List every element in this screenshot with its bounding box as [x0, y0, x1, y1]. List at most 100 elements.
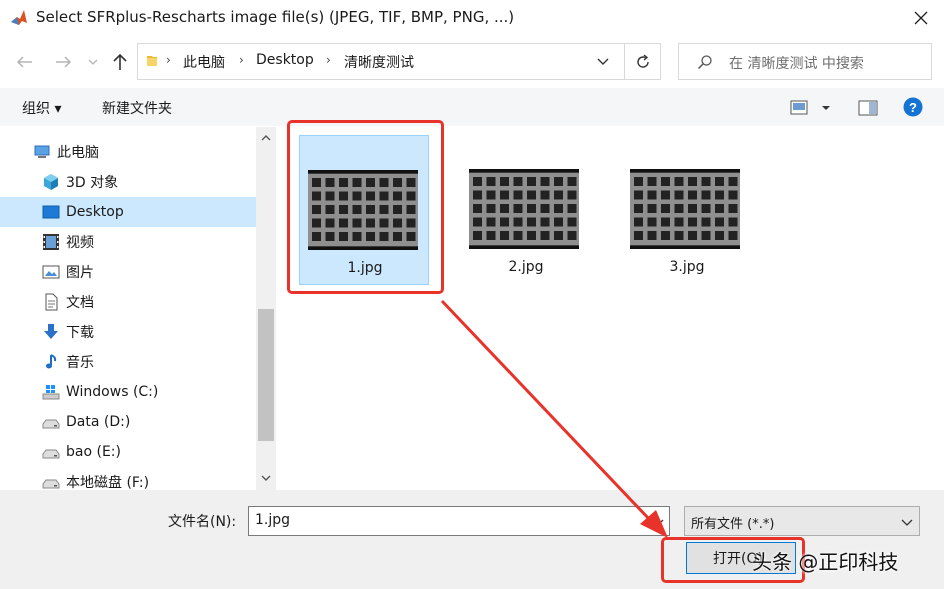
thumbnail-square: [647, 217, 657, 227]
thumbnail-square: [567, 204, 577, 213]
thumbnail-square: [701, 190, 711, 200]
thumbnail-square: [486, 190, 496, 200]
thumbnail-square: [647, 177, 657, 186]
thumbnail-square: [661, 217, 670, 227]
search-placeholder: 在 清晰度测试 中搜索: [729, 56, 864, 72]
sidebar-item-drive-e[interactable]: bao (E:): [0, 437, 256, 467]
filename-input[interactable]: 1.jpg: [248, 506, 670, 536]
chevron-down-icon[interactable]: [86, 54, 100, 70]
thumbnail-square: [715, 177, 724, 186]
chevron-down-icon[interactable]: [592, 50, 614, 72]
refresh-button[interactable]: [624, 44, 660, 79]
sidebar-item-downloads[interactable]: 下载: [0, 317, 256, 347]
breadcrumb-separator: ›: [239, 53, 244, 67]
sidebar-item-documents[interactable]: 文档: [0, 287, 256, 317]
thumbnail-square: [728, 217, 738, 227]
thumbnail-square: [473, 231, 482, 240]
thumbnail-square: [527, 190, 536, 200]
picture-icon: [42, 265, 60, 279]
sidebar-item-drive-c[interactable]: Windows (C:): [0, 377, 256, 407]
thumbnail-square: [701, 231, 711, 240]
sidebar-item-label: 视频: [66, 235, 94, 251]
sidebar-item-3d-objects[interactable]: 3D 对象: [0, 167, 256, 197]
thumbnail-square: [674, 204, 684, 213]
address-bar[interactable]: › 此电脑 › Desktop › 清晰度测试: [137, 43, 661, 80]
chevron-down-icon[interactable]: [649, 513, 667, 531]
thumbnail-square: [567, 190, 577, 200]
thumbnail-square: [486, 204, 496, 213]
thumbnail-square: [688, 177, 697, 186]
thumbnail-square: [701, 177, 711, 186]
breadcrumb-desktop[interactable]: Desktop: [256, 52, 314, 68]
thumbnail-square: [540, 177, 550, 186]
thumbnail-square: [554, 204, 563, 213]
breadcrumb-separator: ›: [326, 53, 331, 67]
thumbnail-square: [540, 190, 550, 200]
thumbnail-square: [473, 204, 482, 213]
sidebar-item-label: 3D 对象: [66, 175, 119, 191]
sidebar-item-desktop[interactable]: Desktop: [0, 197, 256, 227]
search-input[interactable]: 在 清晰度测试 中搜索: [678, 43, 932, 80]
sidebar-item-drive-f[interactable]: 本地磁盘 (F:): [0, 467, 256, 490]
thumbnail-square: [500, 231, 509, 240]
thumbnail-square: [500, 177, 509, 186]
breadcrumb-this-pc[interactable]: 此电脑: [183, 52, 225, 72]
thumbnail-square: [728, 190, 738, 200]
thumbnail-square: [540, 231, 550, 240]
sidebar-item-label: 文档: [66, 295, 94, 311]
scroll-down-arrow-icon[interactable]: [261, 473, 271, 483]
breadcrumb-current-folder[interactable]: 清晰度测试: [344, 52, 414, 72]
file-item-2[interactable]: 2.jpg: [461, 135, 591, 285]
thumbnail-square: [473, 217, 482, 227]
help-icon[interactable]: ?: [903, 97, 923, 117]
folder-icon: [147, 56, 157, 66]
thumbnail-square: [688, 190, 697, 200]
thumbnail-square: [634, 217, 643, 227]
scrollbar-thumb[interactable]: [258, 309, 274, 441]
up-arrow-icon[interactable]: [108, 50, 132, 74]
view-options-icon[interactable]: [790, 98, 836, 118]
thumbnail-square: [527, 204, 536, 213]
thumbnail-square: [634, 177, 643, 186]
thumbnail-square: [674, 190, 684, 200]
thumbnail-square: [473, 177, 482, 186]
filename-label: 文件名(N):: [168, 514, 237, 530]
thumbnail-square: [688, 217, 697, 227]
new-folder-button[interactable]: 新建文件夹: [102, 98, 172, 118]
highlight-box-file: [287, 120, 444, 294]
scroll-up-arrow-icon[interactable]: [261, 133, 271, 143]
drive-icon: [42, 419, 60, 429]
thumbnail-square: [513, 217, 523, 227]
sidebar-item-drive-d[interactable]: Data (D:): [0, 407, 256, 437]
preview-pane-icon[interactable]: [857, 98, 879, 118]
sidebar-item-videos[interactable]: 视频: [0, 227, 256, 257]
thumbnail-square: [674, 177, 684, 186]
sidebar-item-music[interactable]: 音乐: [0, 347, 256, 377]
thumbnail-square: [554, 217, 563, 227]
thumbnail-square: [540, 217, 550, 227]
thumbnail-square: [728, 177, 738, 186]
svg-text:?: ?: [909, 100, 917, 115]
thumbnail-square: [486, 217, 496, 227]
file-item-3[interactable]: 3.jpg: [622, 135, 752, 285]
forward-arrow-icon[interactable]: [50, 50, 76, 74]
thumbnail-square: [701, 217, 711, 227]
sidebar-scrollbar[interactable]: [256, 127, 276, 490]
back-arrow-icon[interactable]: [12, 50, 38, 74]
desktop-icon: [42, 205, 60, 219]
organize-menu-button[interactable]: 组织 ▾: [22, 98, 61, 118]
thumbnail-square: [647, 204, 657, 213]
computer-icon: [34, 145, 50, 158]
thumbnail-square: [486, 177, 496, 186]
file-type-select[interactable]: 所有文件 (*.*): [684, 506, 920, 536]
sidebar-item-this-pc[interactable]: 此电脑: [0, 137, 256, 167]
film-icon: [43, 234, 59, 250]
sidebar-item-pictures[interactable]: 图片: [0, 257, 256, 287]
thumbnail-square: [661, 177, 670, 186]
thumbnail-square: [715, 204, 724, 213]
chevron-down-icon: [901, 519, 913, 526]
thumbnail-square: [647, 190, 657, 200]
close-button[interactable]: [898, 0, 944, 36]
search-icon: [697, 55, 712, 70]
cube-icon: [44, 174, 58, 190]
